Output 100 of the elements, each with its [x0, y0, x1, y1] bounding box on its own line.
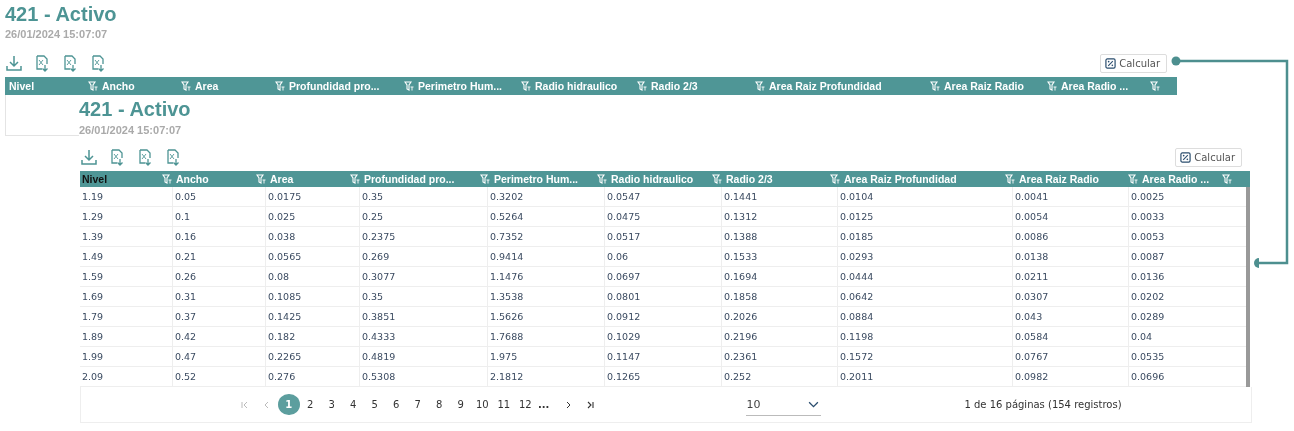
table-cell: 0.2375 [360, 227, 488, 246]
filter-icon[interactable] [597, 174, 607, 184]
table-cell: 0.2011 [838, 367, 1013, 386]
table-cell: 0.2026 [722, 307, 838, 326]
table-cell: 0.4333 [360, 327, 488, 346]
calculate-button[interactable]: Calcular [1175, 147, 1242, 167]
filter-icon[interactable] [1222, 174, 1232, 184]
filter-icon[interactable] [1047, 81, 1057, 91]
filter-icon[interactable] [88, 81, 98, 91]
table-cell: 0.1265 [605, 367, 722, 386]
table-cell: 0.1198 [838, 327, 1013, 346]
download-icon[interactable] [5, 54, 23, 72]
first-page-icon[interactable] [240, 399, 250, 410]
download-icon[interactable] [80, 148, 98, 166]
timestamp: 26/01/2024 15:07:07 [5, 28, 109, 40]
table-cell: 0.0912 [605, 307, 722, 326]
filter-icon[interactable] [256, 174, 266, 184]
filter-icon[interactable] [1005, 174, 1015, 184]
document-download-icon[interactable] [164, 148, 182, 166]
last-page-icon[interactable] [585, 399, 596, 410]
page-button[interactable]: 1 [278, 394, 300, 415]
page-button[interactable]: 5 [364, 394, 386, 415]
table-cell: 0.1085 [266, 287, 360, 306]
column-header[interactable]: Nivel [82, 173, 108, 185]
filter-icon[interactable] [521, 81, 531, 91]
page-button[interactable]: 7 [407, 394, 429, 415]
column-header[interactable]: Ancho [102, 80, 135, 92]
table-cell: 1.29 [80, 207, 173, 226]
table-cell: 0.1147 [605, 347, 722, 366]
page-button[interactable]: 11 [493, 394, 515, 415]
page-button[interactable]: 9 [450, 394, 472, 415]
filter-icon[interactable] [480, 174, 490, 184]
table-cell: 0.0982 [1013, 367, 1129, 386]
table-cell: 1.975 [488, 347, 605, 366]
table-cell: 0.7352 [488, 227, 605, 246]
filter-icon[interactable] [712, 174, 722, 184]
table-cell: 0.0517 [605, 227, 722, 246]
document-download-icon[interactable] [33, 54, 51, 72]
table-cell: 0.05 [173, 187, 266, 206]
page-button[interactable]: 4 [342, 394, 364, 415]
table-cell: 0.1312 [722, 207, 838, 226]
ellipsis[interactable]: ... [538, 399, 550, 410]
table-cell: 0.16 [173, 227, 266, 246]
page-button[interactable]: 3 [321, 394, 343, 415]
table-cell: 1.69 [80, 287, 173, 306]
page-size-select[interactable]: 10 [746, 393, 822, 416]
column-header[interactable]: Radio hidraulico [611, 173, 694, 185]
table-cell: 1.59 [80, 267, 173, 286]
filter-icon[interactable] [275, 81, 285, 91]
filter-icon[interactable] [181, 81, 191, 91]
page-title: 421 - Activo [79, 97, 192, 121]
page-button[interactable]: 8 [428, 394, 450, 415]
column-header[interactable]: Area Raiz Radio [1019, 173, 1099, 185]
calculate-button[interactable]: Calcular [1100, 53, 1167, 73]
page-button[interactable]: 12 [514, 394, 536, 415]
page-button[interactable]: 6 [385, 394, 407, 415]
column-header[interactable]: Area Radio ... [1061, 80, 1129, 92]
document-download-icon[interactable] [89, 54, 107, 72]
document-download-icon[interactable] [61, 54, 79, 72]
column-header[interactable]: Area [195, 80, 219, 92]
table-cell: 0.0175 [266, 187, 360, 206]
scrollbar[interactable] [1246, 187, 1250, 387]
table-cell: 1.1476 [488, 267, 605, 286]
column-header[interactable]: Radio 2/3 [651, 80, 698, 92]
column-header[interactable]: Area Radio ... [1142, 173, 1210, 185]
filter-icon[interactable] [1128, 174, 1138, 184]
table-cell: 0.08 [266, 267, 360, 286]
column-header[interactable]: Area Raiz Profundidad [844, 173, 957, 185]
filter-icon[interactable] [637, 81, 647, 91]
column-header[interactable]: Ancho [176, 173, 209, 185]
column-header[interactable]: Perimetro Hum... [494, 173, 579, 185]
table-cell: 1.49 [80, 247, 173, 266]
filter-icon[interactable] [350, 174, 360, 184]
document-download-icon[interactable] [136, 148, 154, 166]
filter-icon[interactable] [930, 81, 940, 91]
filter-icon[interactable] [830, 174, 840, 184]
column-header[interactable]: Area Raiz Radio [944, 80, 1024, 92]
column-header[interactable]: Area [270, 173, 294, 185]
table-cell: 0.2361 [722, 347, 838, 366]
column-header[interactable]: Nivel [9, 80, 35, 92]
table-cell: 0.0547 [605, 187, 722, 206]
table-cell: 1.7688 [488, 327, 605, 346]
column-header[interactable]: Profundidad pro... [364, 173, 455, 185]
page-button[interactable]: 2 [299, 394, 321, 415]
chevron-down-icon [808, 400, 820, 408]
filter-icon[interactable] [1150, 81, 1160, 91]
table-cell: 0.0642 [838, 287, 1013, 306]
filter-icon[interactable] [162, 174, 172, 184]
column-header[interactable]: Profundidad pro... [289, 80, 380, 92]
table-cell: 0.182 [266, 327, 360, 346]
filter-icon[interactable] [404, 81, 414, 91]
column-header[interactable]: Area Raiz Profundidad [769, 80, 882, 92]
column-header[interactable]: Radio 2/3 [726, 173, 773, 185]
table-cell: 0.5264 [488, 207, 605, 226]
table-cell: 0.1441 [722, 187, 838, 206]
page-button[interactable]: 10 [471, 394, 493, 415]
column-header[interactable]: Radio hidraulico [535, 80, 618, 92]
document-download-icon[interactable] [108, 148, 126, 166]
filter-icon[interactable] [755, 81, 765, 91]
column-header[interactable]: Perimetro Hum... [418, 80, 503, 92]
